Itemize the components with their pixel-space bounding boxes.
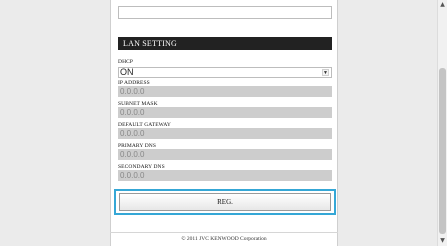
dhcp-select[interactable]: ON ▼ [118, 67, 332, 78]
arrow-down-icon[interactable]: ▼ [438, 237, 447, 245]
subnet-mask-field[interactable]: 0.0.0.0 [118, 107, 332, 118]
reg-button-focus-ring: REG. [114, 189, 336, 215]
footer-divider [110, 232, 338, 233]
chevron-down-icon[interactable]: ▼ [322, 69, 329, 76]
reg-button[interactable]: REG. [119, 193, 331, 211]
default-gateway-field[interactable]: 0.0.0.0 [118, 128, 332, 139]
vertical-scrollbar[interactable]: ▲ ▼ [437, 0, 447, 246]
secondary-dns-field[interactable]: 0.0.0.0 [118, 170, 332, 181]
dhcp-label: DHCP [118, 59, 134, 65]
page-right-margin [338, 0, 437, 246]
copyright-text: © 2011 JVC KENWOOD Corporation [181, 236, 267, 242]
dhcp-value: ON [120, 67, 134, 77]
primary-dns-field[interactable]: 0.0.0.0 [118, 149, 332, 160]
scrollbar-thumb[interactable] [439, 68, 446, 234]
password-field[interactable] [118, 6, 332, 19]
arrow-up-icon[interactable]: ▲ [438, 1, 447, 9]
ip-address-field[interactable]: 0.0.0.0 [118, 86, 332, 97]
lan-setting-header: LAN SETTING [118, 37, 332, 50]
page-left-margin [0, 0, 110, 246]
